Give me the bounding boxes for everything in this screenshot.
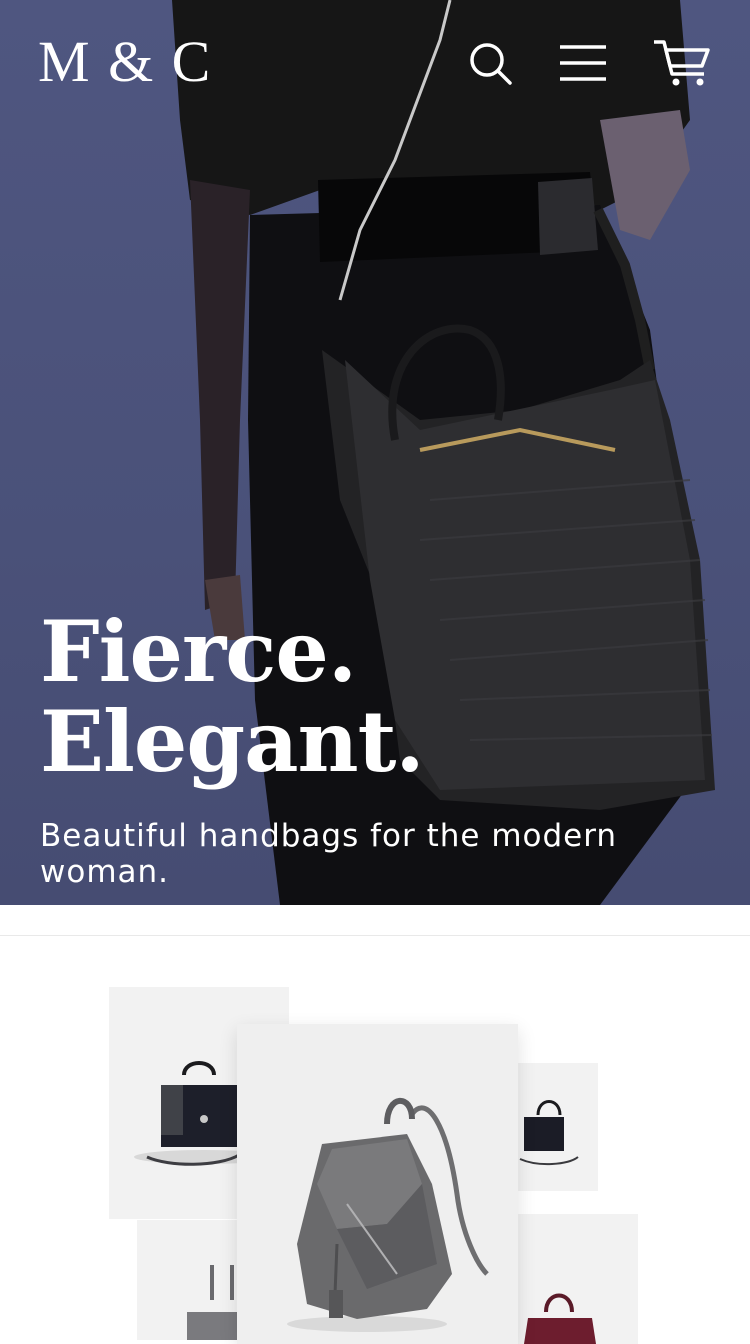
product-card[interactable] <box>518 1214 638 1344</box>
product-image-small-black-bag <box>519 1100 579 1165</box>
product-image-grey-bag <box>187 1265 237 1340</box>
brand-logo[interactable]: M & C <box>38 30 212 94</box>
search-icon <box>470 43 512 85</box>
product-image-burgundy-bag <box>524 1293 596 1344</box>
search-button[interactable] <box>465 38 515 88</box>
cart-icon <box>654 40 710 86</box>
hero-headline-line-2: Elegant. <box>40 692 425 791</box>
product-image-grey-backpack <box>287 1097 489 1332</box>
product-showcase <box>0 905 750 1344</box>
product-card[interactable] <box>518 1063 598 1191</box>
menu-icon <box>560 45 606 81</box>
featured-product-card[interactable] <box>237 1024 518 1344</box>
menu-button[interactable] <box>558 38 608 88</box>
top-navigation-bar: M & C <box>0 0 750 130</box>
cart-button[interactable] <box>652 38 712 88</box>
section-divider <box>0 935 750 936</box>
hero-tagline: Beautiful handbags for the modern woman. <box>40 818 618 890</box>
hero-banner: M & C Fierce. Elegant. Beautiful handbag… <box>0 0 750 905</box>
hero-headline: Fierce. Elegant. <box>40 602 425 791</box>
hero-headline-line-1: Fierce. <box>40 602 357 701</box>
product-card[interactable] <box>137 1220 237 1340</box>
